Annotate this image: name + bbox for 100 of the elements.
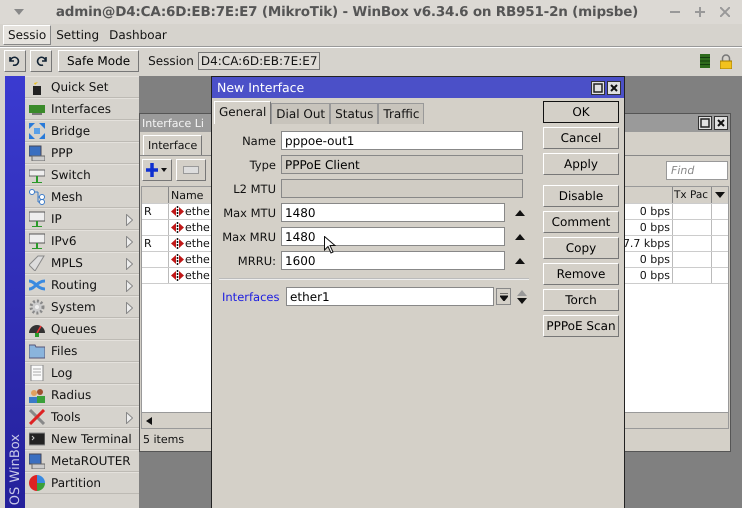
tab[interactable]: Dial Out: [271, 103, 330, 124]
menu-item[interactable]: Dashboar: [104, 25, 172, 45]
minus-icon: [183, 166, 199, 174]
tab[interactable]: Status: [330, 103, 378, 124]
lock-icon: [720, 54, 732, 68]
window-menu-icon[interactable]: [14, 9, 24, 15]
status-text: 5 items: [142, 432, 186, 448]
input-field[interactable]: 1480: [281, 227, 505, 246]
input-field[interactable]: ether1: [286, 287, 494, 306]
dialog-button[interactable]: Torch: [543, 289, 619, 311]
interface-name: ethe: [185, 269, 210, 282]
folder-icon: [29, 343, 45, 359]
sidebar-item[interactable]: Queues: [25, 318, 139, 340]
sidebar-item[interactable]: Partition: [25, 472, 139, 494]
people-icon: [29, 387, 45, 403]
field-label[interactable]: Interfaces: [214, 290, 286, 304]
spin-up-icon[interactable]: [515, 210, 525, 216]
menu-item[interactable]: Setting: [51, 25, 104, 45]
safe-mode-button[interactable]: Safe Mode: [58, 50, 140, 72]
sidebar-item[interactable]: System: [25, 296, 139, 318]
caret-icon: [715, 192, 725, 198]
sidebar-item[interactable]: MetaROUTER: [25, 450, 139, 472]
scroll-left-icon[interactable]: [146, 416, 152, 424]
sidebar-item[interactable]: Files: [25, 340, 139, 362]
chip-icon: [29, 211, 45, 227]
spin-up-icon[interactable]: [515, 234, 525, 240]
sidebar-item[interactable]: Routing: [25, 274, 139, 296]
field-label: Type: [248, 158, 277, 172]
column-header[interactable]: Tx Pac: [673, 187, 712, 203]
up-down-arrows-icon[interactable]: [517, 290, 527, 304]
redo-button[interactable]: [30, 50, 52, 72]
mouse-pointer-icon: [324, 236, 336, 254]
sidebar-item[interactable]: Quick Set: [25, 76, 139, 98]
interface-name: ethe: [185, 237, 210, 250]
sidebar-item[interactable]: Radius: [25, 384, 139, 406]
dialog-button[interactable]: PPPoE Scan: [543, 315, 619, 337]
tags-icon: [29, 255, 45, 271]
window-title: admin@D4:CA:6D:EB:7E:E7 (MikroTik) - WinBox v6.34.6 on RB951-2n (mipsbe): [54, 4, 640, 20]
field-label: Name: [241, 134, 277, 148]
sidebar-item[interactable]: New Terminal: [25, 428, 139, 450]
tab[interactable]: General: [214, 101, 272, 124]
add-button[interactable]: [142, 159, 172, 181]
tab[interactable]: Traffic: [378, 103, 424, 124]
ethernet-icon: [171, 206, 184, 217]
input-field: PPPoE Client: [281, 155, 523, 174]
maximize-icon[interactable]: [591, 80, 605, 94]
remove-button[interactable]: [176, 159, 206, 181]
interface-name: ethe: [185, 205, 210, 218]
sidebar-item[interactable]: Tools: [25, 406, 139, 428]
undo-icon: [9, 56, 21, 66]
session-field: D4:CA:6D:EB:7E:E7: [198, 52, 320, 70]
window-title: Interface Li: [142, 116, 204, 130]
caret-icon: [500, 292, 508, 300]
arrows-icon: [29, 123, 45, 139]
sidebar-item[interactable]: Mesh: [25, 186, 139, 208]
find-field[interactable]: Find: [666, 160, 728, 180]
sidebar-item[interactable]: IPv6: [25, 230, 139, 252]
field-label: Max MTU: [222, 206, 277, 220]
sidebar-item[interactable]: Switch: [25, 164, 139, 186]
sidebar-item[interactable]: Interfaces: [25, 98, 139, 120]
ethernet-icon: [171, 254, 184, 265]
menu-item[interactable]: Sessio: [3, 25, 52, 45]
close-icon[interactable]: [607, 80, 621, 94]
input-field[interactable]: 1600: [281, 251, 505, 270]
switch-icon: [29, 167, 45, 183]
computer-icon: [29, 453, 45, 469]
ethernet-icon: [171, 222, 184, 233]
spin-up-icon[interactable]: [515, 258, 525, 264]
sidebar-item[interactable]: Log: [25, 362, 139, 384]
sidebar-item[interactable]: IP: [25, 208, 139, 230]
plus-caret-icon: [146, 163, 168, 177]
dropdown-button[interactable]: [496, 288, 511, 305]
terminal-icon: [29, 431, 45, 447]
redo-icon: [35, 56, 47, 66]
sidebar-item[interactable]: PPP: [25, 142, 139, 164]
interface-name: ethe: [185, 221, 210, 234]
undo-button[interactable]: [4, 50, 26, 72]
sidebar-item[interactable]: MPLS: [25, 252, 139, 274]
nodes-icon: [29, 189, 45, 205]
document-icon: [29, 365, 45, 381]
dialog-button[interactable]: Comment: [543, 211, 619, 233]
dialog-button[interactable]: Copy: [543, 237, 619, 259]
dialog-button[interactable]: Disable: [543, 185, 619, 207]
ethernet-icon: [171, 270, 184, 281]
table-cell: R: [142, 236, 169, 251]
dialog-button[interactable]: Apply: [543, 153, 619, 175]
maximize-icon[interactable]: [698, 116, 712, 130]
input-field[interactable]: pppoe-out1: [281, 131, 523, 150]
dialog-button[interactable]: Remove: [543, 263, 619, 285]
tools-icon: [29, 409, 45, 425]
stacked-bars-icon: [700, 54, 710, 68]
dialog-button[interactable]: Cancel: [543, 127, 619, 149]
input-field[interactable]: 1480: [281, 203, 505, 222]
tab[interactable]: Interface: [143, 135, 202, 155]
field-label: L2 MTU: [232, 182, 277, 196]
sidebar-item[interactable]: Bridge: [25, 120, 139, 142]
dialog-title: New Interface: [217, 80, 304, 95]
close-icon[interactable]: [714, 116, 728, 130]
table-cell: R: [142, 204, 169, 219]
dialog-button[interactable]: OK: [543, 101, 619, 123]
